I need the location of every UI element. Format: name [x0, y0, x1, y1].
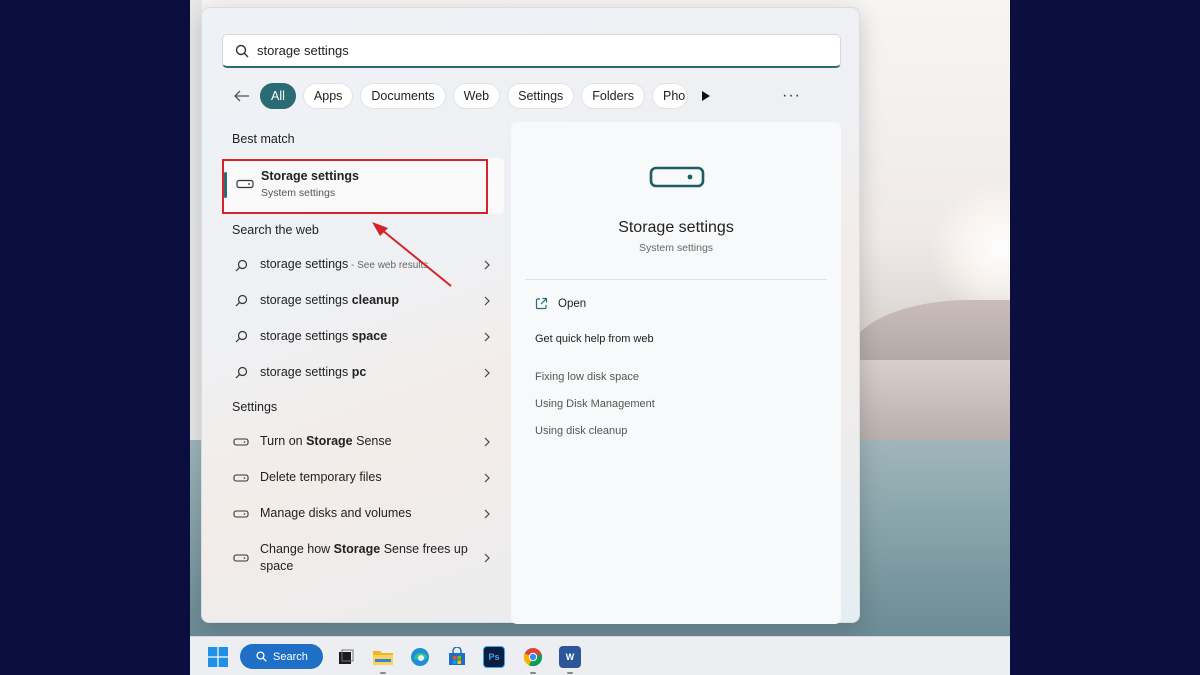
open-external-icon	[535, 297, 548, 310]
settings-result-2[interactable]: Delete temporary files	[232, 469, 492, 486]
chevron-right-icon	[484, 332, 490, 341]
settings-result-4[interactable]: Change how Storage Sense frees up space	[232, 541, 492, 575]
photoshop-icon[interactable]: Ps	[483, 646, 505, 668]
storage-drive-icon	[232, 473, 250, 482]
search-icon	[232, 366, 250, 379]
file-explorer-icon[interactable]	[372, 646, 394, 668]
edge-icon[interactable]	[409, 646, 431, 668]
preview-subtitle: System settings	[638, 242, 714, 254]
more-options-button[interactable]: ···	[782, 87, 801, 105]
settings-result-label: Delete temporary files	[260, 470, 382, 484]
filter-folders[interactable]: Folders	[581, 83, 645, 109]
search-box[interactable]	[222, 34, 841, 68]
photoshop-label: Ps	[488, 652, 500, 662]
back-arrow-icon	[234, 90, 249, 102]
storage-drive-icon	[232, 437, 250, 446]
open-button[interactable]: Open	[535, 297, 586, 310]
web-result-3[interactable]: storage settings space	[232, 328, 492, 345]
search-web-header: Search the web	[232, 223, 319, 237]
settings-result-label: Change how Storage Sense frees up space	[260, 542, 468, 573]
red-highlight-box	[222, 159, 488, 214]
quick-help-header: Get quick help from web	[535, 333, 654, 345]
filter-bar: All Apps Documents Web Settings Folders …	[230, 83, 713, 109]
settings-result-label: Manage disks and volumes	[260, 506, 412, 520]
search-icon	[232, 294, 250, 307]
search-icon	[232, 330, 250, 343]
taskbar-search-label: Search	[273, 650, 308, 663]
filter-settings[interactable]: Settings	[507, 83, 575, 109]
chrome-icon[interactable]	[522, 646, 544, 668]
web-result-label: storage settings pc	[260, 365, 367, 379]
start-icon[interactable]	[208, 647, 228, 667]
web-result-label: storage settings - See web results	[260, 257, 429, 271]
result-preview-pane: Storage settings System settings Open Ge…	[511, 122, 841, 624]
help-link-disk-management[interactable]: Using Disk Management	[535, 398, 655, 410]
filter-all[interactable]: All	[260, 83, 296, 109]
scroll-filters-right-icon[interactable]	[699, 89, 713, 103]
start-search-panel: All Apps Documents Web Settings Folders …	[201, 7, 860, 624]
running-indicator	[380, 672, 386, 674]
best-match-header: Best match	[232, 132, 295, 146]
chevron-right-icon	[484, 368, 490, 377]
divider	[525, 279, 827, 280]
filter-apps[interactable]: Apps	[302, 83, 354, 109]
wallpaper-sun	[930, 180, 1010, 320]
chevron-right-icon	[484, 473, 490, 482]
search-icon	[235, 44, 249, 57]
preview-title: Storage settings	[618, 219, 734, 236]
settings-header: Settings	[232, 400, 278, 414]
web-result-1[interactable]: storage settings - See web results	[232, 256, 492, 274]
web-result-4[interactable]: storage settings pc	[232, 364, 492, 381]
search-icon	[256, 651, 267, 662]
web-result-label: storage settings cleanup	[260, 293, 399, 307]
settings-result-3[interactable]: Manage disks and volumes	[232, 505, 492, 522]
filter-photos[interactable]: Pho	[651, 83, 688, 109]
help-link-disk-cleanup[interactable]: Using disk cleanup	[535, 425, 627, 437]
word-icon[interactable]: W	[559, 646, 581, 668]
settings-result-label: Turn on Storage Sense	[260, 434, 392, 448]
chevron-right-icon	[484, 553, 490, 563]
storage-drive-icon	[649, 166, 705, 188]
open-label: Open	[558, 297, 587, 310]
search-icon	[232, 259, 250, 272]
storage-drive-icon	[232, 509, 250, 518]
taskbar: Search Ps W	[190, 636, 1010, 675]
store-icon[interactable]	[446, 646, 468, 668]
wallpaper-dune	[850, 360, 1010, 440]
chevron-right-icon	[484, 260, 490, 270]
back-button[interactable]	[230, 84, 254, 108]
taskbar-search-button[interactable]: Search	[240, 644, 323, 669]
task-view-icon[interactable]	[335, 646, 357, 668]
running-indicator	[530, 672, 536, 674]
chevron-right-icon	[484, 509, 490, 518]
word-label: W	[565, 652, 575, 662]
web-result-2[interactable]: storage settings cleanup	[232, 292, 492, 309]
search-input[interactable]	[257, 43, 817, 58]
running-indicator	[567, 672, 573, 674]
help-link-fixing-disk-space[interactable]: Fixing low disk space	[535, 371, 639, 383]
settings-result-1[interactable]: Turn on Storage Sense	[232, 433, 492, 450]
web-result-label: storage settings space	[260, 329, 388, 343]
filter-documents[interactable]: Documents	[360, 83, 446, 109]
chevron-right-icon	[484, 437, 490, 446]
chevron-right-icon	[484, 296, 490, 305]
filter-web[interactable]: Web	[452, 83, 501, 109]
storage-drive-icon	[232, 554, 250, 562]
